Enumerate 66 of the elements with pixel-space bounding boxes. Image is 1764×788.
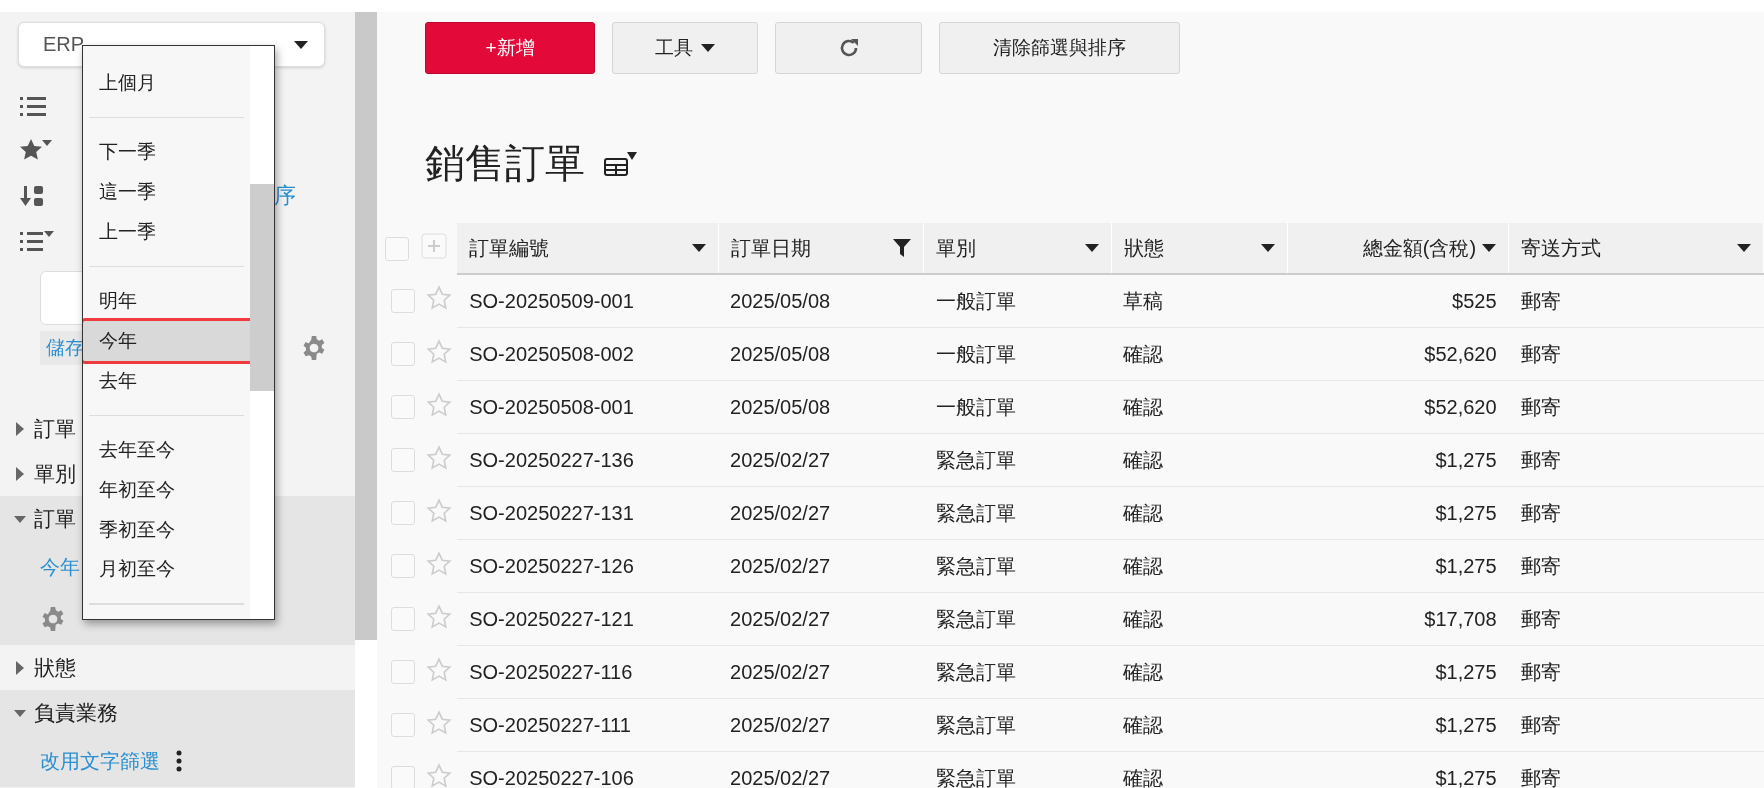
table-cell: SO-20250227-121: [457, 592, 719, 646]
table-cell: 確認: [1111, 380, 1288, 434]
section-label: 狀態: [34, 654, 76, 681]
table-cell: 確認: [1111, 433, 1288, 487]
table-cell: 2025/02/27: [718, 486, 924, 540]
table-cell: 2025/05/08: [718, 327, 924, 381]
table-cell: SO-20250227-111: [457, 698, 719, 752]
table-cell: 確認: [1111, 592, 1288, 646]
table-cell: $1,275: [1287, 486, 1509, 540]
table-cell: 緊急訂單: [923, 698, 1112, 752]
table-cell: 郵寄: [1508, 645, 1764, 699]
table-cell: 緊急訂單: [923, 433, 1112, 487]
table-cell: 郵寄: [1508, 380, 1764, 434]
table-cell: 一般訂單: [923, 274, 1112, 328]
table-cell: 緊急訂單: [923, 486, 1112, 540]
section-label: 訂單: [34, 505, 76, 532]
table-cell: SO-20250227-106: [457, 751, 719, 788]
table-cell: 2025/02/27: [718, 592, 924, 646]
table-cell: 一般訂單: [923, 327, 1112, 381]
table-cell: 2025/02/27: [718, 698, 924, 752]
table-cell: 一般訂單: [923, 380, 1112, 434]
table-cell: $1,275: [1287, 751, 1509, 788]
table-cell: SO-20250508-002: [457, 327, 719, 381]
table-cell: SO-20250508-001: [457, 380, 719, 434]
table-cell: 2025/02/27: [718, 539, 924, 593]
table-cell: $1,275: [1287, 433, 1509, 487]
table-cell: 緊急訂單: [923, 592, 1112, 646]
table-cell: 郵寄: [1508, 539, 1764, 593]
table-cell: 緊急訂單: [923, 645, 1112, 699]
page-title: 銷售訂單: [425, 140, 585, 187]
table-cell: 郵寄: [1508, 592, 1764, 646]
table-cell: 郵寄: [1508, 433, 1764, 487]
table-cell: 確認: [1111, 327, 1288, 381]
table-cell: $1,275: [1287, 539, 1509, 593]
table-cell: 確認: [1111, 698, 1288, 752]
table-cell: 緊急訂單: [923, 539, 1112, 593]
table-cell: 草稿: [1111, 274, 1288, 328]
table-cell: SO-20250227-131: [457, 486, 719, 540]
table-cell: $17,708: [1287, 592, 1509, 646]
table-cell: SO-20250227-136: [457, 433, 719, 487]
table-cell: 2025/02/27: [718, 645, 924, 699]
table-cell: 2025/05/08: [718, 274, 924, 328]
table-cell: 郵寄: [1508, 274, 1764, 328]
table-cell: 2025/02/27: [718, 433, 924, 487]
section-label: 訂單: [34, 415, 76, 442]
section-label: 負責業務: [34, 699, 118, 726]
table-cell: 確認: [1111, 486, 1288, 540]
table-cell: 2025/05/08: [718, 380, 924, 434]
table-cell: 郵寄: [1508, 486, 1764, 540]
table-cell: 緊急訂單: [923, 751, 1112, 788]
table-cell: $525: [1287, 274, 1509, 328]
table-cell: SO-20250509-001: [457, 274, 719, 328]
table-cell: 郵寄: [1508, 327, 1764, 381]
table-cell: 確認: [1111, 751, 1288, 788]
section-label: 單別: [34, 460, 76, 487]
table-cell: SO-20250227-116: [457, 645, 719, 699]
table-cell: $1,275: [1287, 645, 1509, 699]
table-cell: $52,620: [1287, 327, 1509, 381]
table-cell: $52,620: [1287, 380, 1509, 434]
table-cell: 郵寄: [1508, 698, 1764, 752]
table-cell: 確認: [1111, 539, 1288, 593]
table-cell: SO-20250227-126: [457, 539, 719, 593]
table-cell: 郵寄: [1508, 751, 1764, 788]
table-cell: 確認: [1111, 645, 1288, 699]
table-cell: 2025/02/27: [718, 751, 924, 788]
table-cell: $1,275: [1287, 698, 1509, 752]
